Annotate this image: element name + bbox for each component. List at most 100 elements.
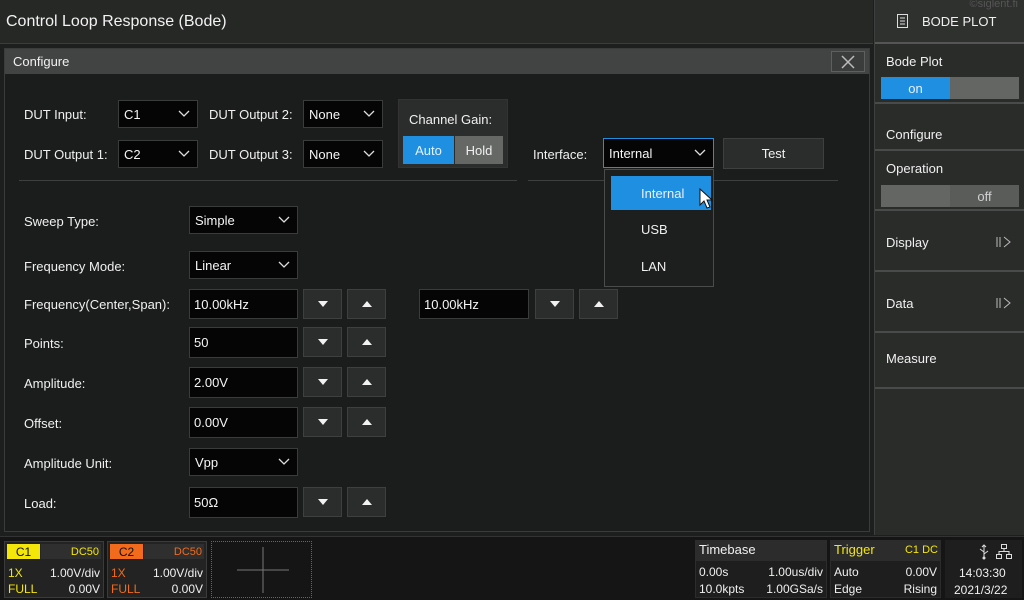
offset-field[interactable]: 0.00V — [189, 407, 298, 438]
frequency-mode-value: Linear — [195, 257, 232, 273]
arrow-down-icon — [317, 379, 328, 385]
points-up-button[interactable] — [347, 327, 386, 357]
amplitude-unit-select[interactable]: Vpp — [189, 448, 298, 476]
trigger-mode: Auto — [834, 565, 859, 579]
chevron-down-icon — [363, 110, 375, 117]
menu-item-bode-plot[interactable]: Bode Plot on — [875, 44, 1024, 104]
dut-output2-value: None — [309, 106, 341, 122]
chevron-down-icon — [278, 261, 290, 268]
data-menu-label: Data — [886, 296, 914, 311]
menu-item-data[interactable]: Data — [875, 272, 1024, 333]
c1-probe: 1X — [8, 566, 23, 580]
amplitude-down-button[interactable] — [303, 367, 342, 397]
right-menu-panel: ©siglent.fi BODE PLOT Bode Plot on Confi… — [874, 0, 1024, 535]
chevron-down-icon — [278, 216, 290, 223]
interface-option-label: LAN — [641, 258, 667, 274]
operation-toggle[interactable]: off — [881, 185, 1019, 207]
arrow-down-icon — [317, 419, 328, 425]
interface-option-usb[interactable]: USB — [611, 212, 711, 246]
amplitude-field[interactable]: 2.00V — [189, 367, 298, 398]
channel-c2-card[interactable]: C2 DC50 1X 1.00V/div FULL 0.00V — [107, 541, 207, 598]
chevron-down-icon — [694, 149, 706, 156]
interface-option-internal[interactable]: Internal — [611, 176, 714, 210]
bode-plot-toggle[interactable]: on — [881, 77, 1019, 99]
frequency-span-up-button[interactable] — [579, 289, 618, 319]
usb-icon — [979, 544, 989, 560]
menu-item-operation[interactable]: Operation off — [875, 151, 1024, 211]
frequency-span-down-button[interactable] — [535, 289, 574, 319]
plus-icon — [237, 547, 289, 593]
channel-gain-hold-button[interactable]: Hold — [455, 136, 503, 164]
points-field[interactable]: 50 — [189, 327, 298, 358]
frequency-center-value: 10.00kHz — [194, 296, 249, 312]
dut-output1-value: C2 — [124, 146, 141, 162]
load-up-button[interactable] — [347, 487, 386, 517]
menu-item-measure[interactable]: Measure — [875, 333, 1024, 389]
channel-c1-card[interactable]: C1 DC50 1X 1.00V/div FULL 0.00V — [4, 541, 104, 598]
points-value: 50 — [194, 335, 209, 350]
status-bar: C1 DC50 1X 1.00V/div FULL 0.00V C2 DC50 … — [0, 536, 1024, 600]
menu-item-configure[interactable]: Configure — [875, 104, 1024, 151]
frequency-center-down-button[interactable] — [303, 289, 342, 319]
dut-output2-label: DUT Output 2: — [209, 107, 293, 122]
load-down-button[interactable] — [303, 487, 342, 517]
amplitude-unit-value: Vpp — [195, 454, 219, 470]
c1-bandwidth: FULL — [8, 582, 38, 596]
timebase-points: 10.0kpts — [699, 582, 745, 596]
configure-menu-label: Configure — [886, 127, 943, 142]
arrow-up-icon — [361, 499, 372, 505]
channel-gain-group: Channel Gain: Auto Hold — [398, 99, 508, 168]
amplitude-unit-label: Amplitude Unit: — [24, 456, 113, 471]
dut-output1-label: DUT Output 1: — [24, 147, 108, 162]
operation-on-segment[interactable] — [881, 185, 950, 207]
expand-arrow-icon — [996, 236, 1011, 248]
load-field[interactable]: 50Ω — [189, 487, 298, 518]
frequency-span-field[interactable]: 10.00kHz — [419, 289, 529, 319]
frequency-mode-select[interactable]: Linear — [189, 251, 298, 279]
offset-up-button[interactable] — [347, 407, 386, 437]
timebase-box[interactable]: Timebase 0.00s 1.00us/div 10.0kpts 1.00G… — [695, 540, 827, 598]
interface-select[interactable]: Internal — [603, 138, 714, 168]
display-menu-label: Display — [886, 235, 929, 250]
test-button[interactable]: Test — [723, 138, 824, 169]
configure-header: Configure — [5, 49, 869, 74]
trigger-level: 0.00V — [905, 565, 937, 579]
trigger-type: Edge — [834, 582, 863, 596]
timebase-title: Timebase — [699, 542, 756, 557]
offset-down-button[interactable] — [303, 407, 342, 437]
c2-bandwidth: FULL — [111, 582, 141, 596]
add-channel-button[interactable] — [211, 541, 312, 598]
c2-coupling: DC50 — [144, 544, 204, 559]
trigger-box[interactable]: Trigger C1 DC Auto 0.00V Edge Rising — [830, 540, 941, 598]
bode-plot-off-segment[interactable] — [950, 77, 1019, 99]
interface-option-lan[interactable]: LAN — [611, 249, 711, 283]
c2-offset: 0.00V — [171, 582, 203, 596]
document-list-icon — [897, 14, 908, 28]
frequency-center-up-button[interactable] — [347, 289, 386, 319]
timebase-rate: 1.00GSa/s — [766, 582, 823, 596]
frequency-center-field[interactable]: 10.00kHz — [189, 289, 298, 319]
operation-off-segment[interactable]: off — [950, 185, 1019, 207]
dut-input-select[interactable]: C1 — [118, 100, 198, 128]
frequency-span-value: 10.00kHz — [424, 296, 479, 312]
arrow-up-icon — [593, 301, 604, 307]
dut-output2-select[interactable]: None — [303, 100, 383, 128]
close-button[interactable] — [831, 51, 865, 72]
frequency-mode-label: Frequency Mode: — [24, 259, 126, 274]
dut-output1-select[interactable]: C2 — [118, 140, 198, 168]
network-icon — [996, 544, 1012, 559]
c1-tag: C1 — [7, 544, 40, 559]
load-label: Load: — [24, 496, 57, 511]
measure-menu-label: Measure — [886, 351, 937, 366]
expand-arrow-icon — [996, 297, 1011, 309]
amplitude-up-button[interactable] — [347, 367, 386, 397]
channel-gain-auto-button[interactable]: Auto — [403, 136, 454, 164]
interface-dropdown-menu: Internal USB LAN — [604, 169, 714, 287]
menu-item-display[interactable]: Display — [875, 211, 1024, 272]
sweep-type-select[interactable]: Simple — [189, 206, 298, 234]
amplitude-label: Amplitude: — [24, 376, 86, 391]
points-down-button[interactable] — [303, 327, 342, 357]
bode-plot-on-segment[interactable]: on — [881, 77, 950, 99]
dut-output3-select[interactable]: None — [303, 140, 383, 168]
c2-scale: 1.00V/div — [152, 566, 203, 580]
